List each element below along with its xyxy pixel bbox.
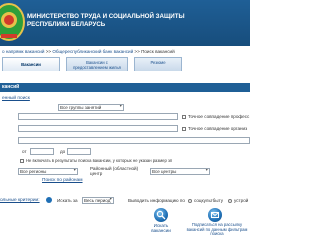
tab-vacancies-housing[interactable]: Вакансии с предоставлением жилья	[66, 57, 128, 71]
salary-from-label: от	[22, 149, 27, 154]
period-label: Искать за	[57, 198, 78, 203]
site-header: МИНИСТЕРСТВО ТРУДА И СОЦИАЛЬНОЙ ЗАЩИТЫ Р…	[0, 0, 250, 46]
district-select[interactable]: Все центры	[150, 168, 210, 175]
district-label: Районный (областной) центр	[90, 166, 138, 176]
region-select[interactable]: Все регионы	[18, 168, 78, 175]
section-title: кансий	[0, 83, 250, 92]
other-label: устрой	[234, 198, 249, 203]
exact-organization-label: Точное совпадение организ	[188, 126, 248, 131]
breadcrumb-separator: >>	[133, 49, 142, 54]
occupation-group-select[interactable]: Все группы занятий	[58, 104, 124, 111]
salary-to-input[interactable]	[67, 148, 91, 155]
other-radio[interactable]	[228, 199, 232, 203]
exclude-no-salary-label: Не включать в результаты поиска вакансии…	[26, 158, 173, 163]
tab-vacancies[interactable]: Вакансии	[2, 57, 60, 71]
social-label: соцкультбыту	[194, 198, 223, 203]
output-label: Выводить информацию по	[128, 198, 185, 203]
tab-bar: Вакансии Вакансии с предоставлением жиль…	[0, 57, 250, 72]
search-by-districts-link[interactable]: Поиск по районам	[42, 178, 83, 183]
search-label-line2: вакансии	[151, 228, 171, 233]
social-radio[interactable]	[188, 199, 192, 203]
period-select[interactable]: Весь период	[82, 197, 114, 204]
region-value: Все регионы	[20, 169, 47, 174]
tab-label: предоставлением жилья	[73, 65, 121, 70]
exclude-no-salary-checkbox[interactable]	[20, 159, 24, 163]
extended-search-link[interactable]: енный поиск	[2, 96, 30, 101]
site-title-line2: РЕСПУБЛИКИ БЕЛАРУСЬ	[27, 20, 106, 28]
exact-organization-checkbox[interactable]	[182, 127, 186, 131]
breadcrumb-link-home[interactable]: о напрямк вакансий	[2, 49, 44, 54]
tab-label: Вакансии	[21, 62, 41, 67]
profession-input[interactable]	[18, 113, 178, 120]
site-title: МИНИСТЕРСТВО ТРУДА И СОЦИАЛЬНОЙ ЗАЩИТЫ Р…	[27, 13, 242, 28]
period-value: Весь период	[84, 198, 111, 203]
breadcrumb-link-bank[interactable]: Общереспубликанский банк вакансий	[52, 49, 133, 54]
breadcrumb-current: Поиск вакансий	[141, 49, 175, 54]
district-label-line2: центр	[90, 171, 103, 176]
salary-to-label: до	[60, 149, 66, 154]
subscribe-button-label[interactable]: Подписаться на рассылку вакансий по данн…	[186, 222, 248, 237]
mail-icon	[211, 212, 219, 218]
arrow-circle-icon	[46, 197, 52, 203]
tab-label: Резюме	[150, 60, 166, 65]
tab-resumes[interactable]: Резюме	[134, 57, 182, 71]
breadcrumb: о напрямк вакансий >> Общереспубликански…	[2, 49, 248, 54]
state-emblem-icon	[0, 3, 25, 41]
site-title-line1: МИНИСТЕРСТВО ТРУДА И СОЦИАЛЬНОЙ ЗАЩИТЫ	[27, 13, 185, 20]
exact-profession-checkbox[interactable]	[182, 115, 186, 119]
subscribe-label-line3: поиска	[210, 231, 224, 237]
exact-profession-label: Точное совпадение професс	[188, 114, 250, 119]
organization-input[interactable]	[18, 125, 178, 132]
subscribe-button[interactable]	[208, 208, 222, 222]
search-button-label[interactable]: Искать вакансии	[148, 223, 174, 233]
search-button[interactable]	[154, 208, 168, 222]
search-icon	[156, 210, 166, 220]
salary-from-input[interactable]	[30, 148, 54, 155]
keywords-input[interactable]	[18, 137, 250, 144]
occupation-group-value: Все группы занятий	[60, 105, 102, 110]
district-value: Все центры	[152, 169, 177, 174]
additional-criteria-link[interactable]: ольные критерии:	[0, 198, 40, 203]
